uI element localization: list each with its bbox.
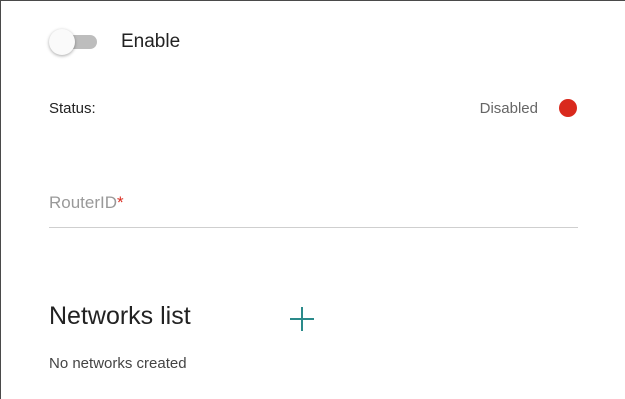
status-indicator-dot: [559, 99, 577, 117]
toggle-thumb: [49, 29, 75, 55]
enable-label: Enable: [121, 31, 181, 52]
networks-list-title: Networks list: [49, 302, 191, 330]
networks-empty-text: No networks created: [49, 355, 187, 372]
router-id-input[interactable]: [49, 181, 578, 227]
status-value: Disabled: [479, 100, 538, 117]
enable-row: Enable: [49, 27, 180, 57]
router-id-field[interactable]: RouterID*: [49, 181, 578, 228]
settings-panel: Enable Status: Disabled RouterID* Networ…: [0, 0, 625, 399]
status-label: Status:: [49, 100, 96, 117]
add-network-button[interactable]: [288, 305, 316, 333]
plus-icon: [290, 307, 314, 331]
enable-toggle[interactable]: [49, 27, 99, 57]
